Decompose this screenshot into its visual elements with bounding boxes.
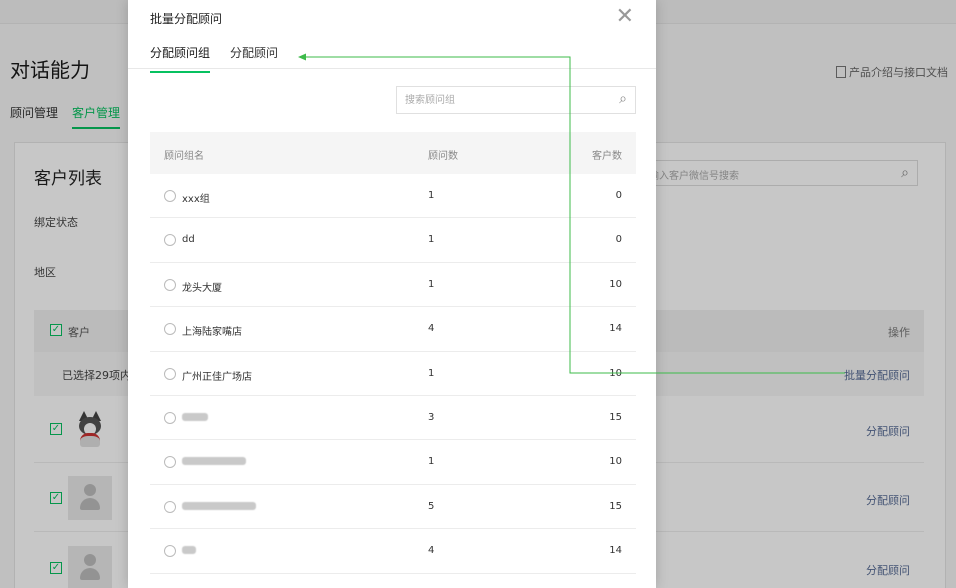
advisor-count: 1	[428, 367, 435, 379]
group-name-redacted	[182, 412, 208, 423]
group-search-field[interactable]: ⌕	[396, 86, 636, 114]
radio-button[interactable]	[164, 278, 176, 291]
customer-count: 10	[609, 367, 622, 379]
list-item[interactable]: xxx组 1 0	[150, 174, 636, 219]
radio-button[interactable]	[164, 367, 176, 380]
search-icon[interactable]: ⌕	[619, 91, 627, 107]
radio-button[interactable]	[164, 456, 176, 469]
advisor-count: 1	[428, 190, 435, 201]
customer-count: 10	[609, 278, 622, 290]
list-item[interactable]: 广州正佳广场店 1 10	[150, 352, 636, 396]
tab-divider	[128, 68, 656, 69]
list-item[interactable]: 龙头大厦 1 10	[150, 263, 636, 308]
group-name-redacted	[182, 545, 196, 556]
advisor-count: 5	[428, 500, 435, 512]
customer-count: 0	[615, 234, 622, 246]
col-customer-count: 客户数	[592, 151, 622, 162]
group-name: dd	[182, 234, 195, 246]
list-item[interactable]: 上海陆家嘴店 4 14	[150, 307, 636, 352]
radio-button[interactable]	[164, 500, 176, 513]
col-group-name: 顾问组名	[164, 151, 204, 162]
group-name: xxx组	[182, 194, 210, 205]
radio-button[interactable]	[164, 545, 176, 558]
radio-button[interactable]	[164, 234, 176, 247]
batch-assign-modal: 批量分配顾问 ✕ 分配顾问组 分配顾问 ⌕ 顾问组名 顾问数 客户数 xxx组1…	[128, 0, 656, 588]
advisor-count: 1	[428, 456, 435, 468]
group-name-redacted	[182, 501, 256, 512]
group-table: 顾问组名 顾问数 客户数 xxx组 1 0 dd 1 0 龙头大厦 1 10 上海陆家嘴店 4 14 广…	[150, 132, 636, 574]
list-item[interactable]: dd 1 0	[150, 218, 636, 263]
group-name: 广州正佳广场店	[182, 371, 252, 383]
advisor-count: 1	[428, 278, 435, 290]
advisor-count: 3	[428, 411, 435, 423]
group-table-header: 顾问组名 顾问数 客户数	[150, 132, 636, 174]
radio-button[interactable]	[164, 323, 176, 336]
advisor-count: 4	[428, 545, 435, 557]
customer-count: 0	[615, 190, 622, 201]
group-name: 龙头大厦	[182, 282, 222, 294]
list-item[interactable]: 5 15	[150, 485, 636, 530]
radio-button[interactable]	[164, 411, 176, 424]
customer-count: 10	[609, 456, 622, 468]
radio-button[interactable]	[164, 190, 176, 202]
customer-count: 15	[609, 411, 622, 423]
group-name-redacted	[182, 456, 246, 467]
close-icon[interactable]: ✕	[616, 4, 634, 30]
customer-count: 15	[609, 500, 622, 512]
list-item[interactable]: 4 14	[150, 529, 636, 574]
list-item[interactable]: 3 15	[150, 396, 636, 441]
advisor-count: 1	[428, 234, 435, 246]
modal-title: 批量分配顾问	[150, 12, 223, 26]
group-name: 上海陆家嘴店	[182, 327, 242, 339]
customer-count: 14	[609, 545, 622, 557]
group-search-input[interactable]	[397, 87, 597, 113]
customer-count: 14	[609, 323, 622, 335]
col-advisor-count: 顾问数	[428, 151, 458, 162]
list-item[interactable]: 1 10	[150, 440, 636, 485]
advisor-count: 4	[428, 323, 435, 335]
group-table-body: xxx组 1 0 dd 1 0 龙头大厦 1 10 上海陆家嘴店 4 14 广州正佳广场店 1 10 3 15 1…	[150, 174, 636, 574]
